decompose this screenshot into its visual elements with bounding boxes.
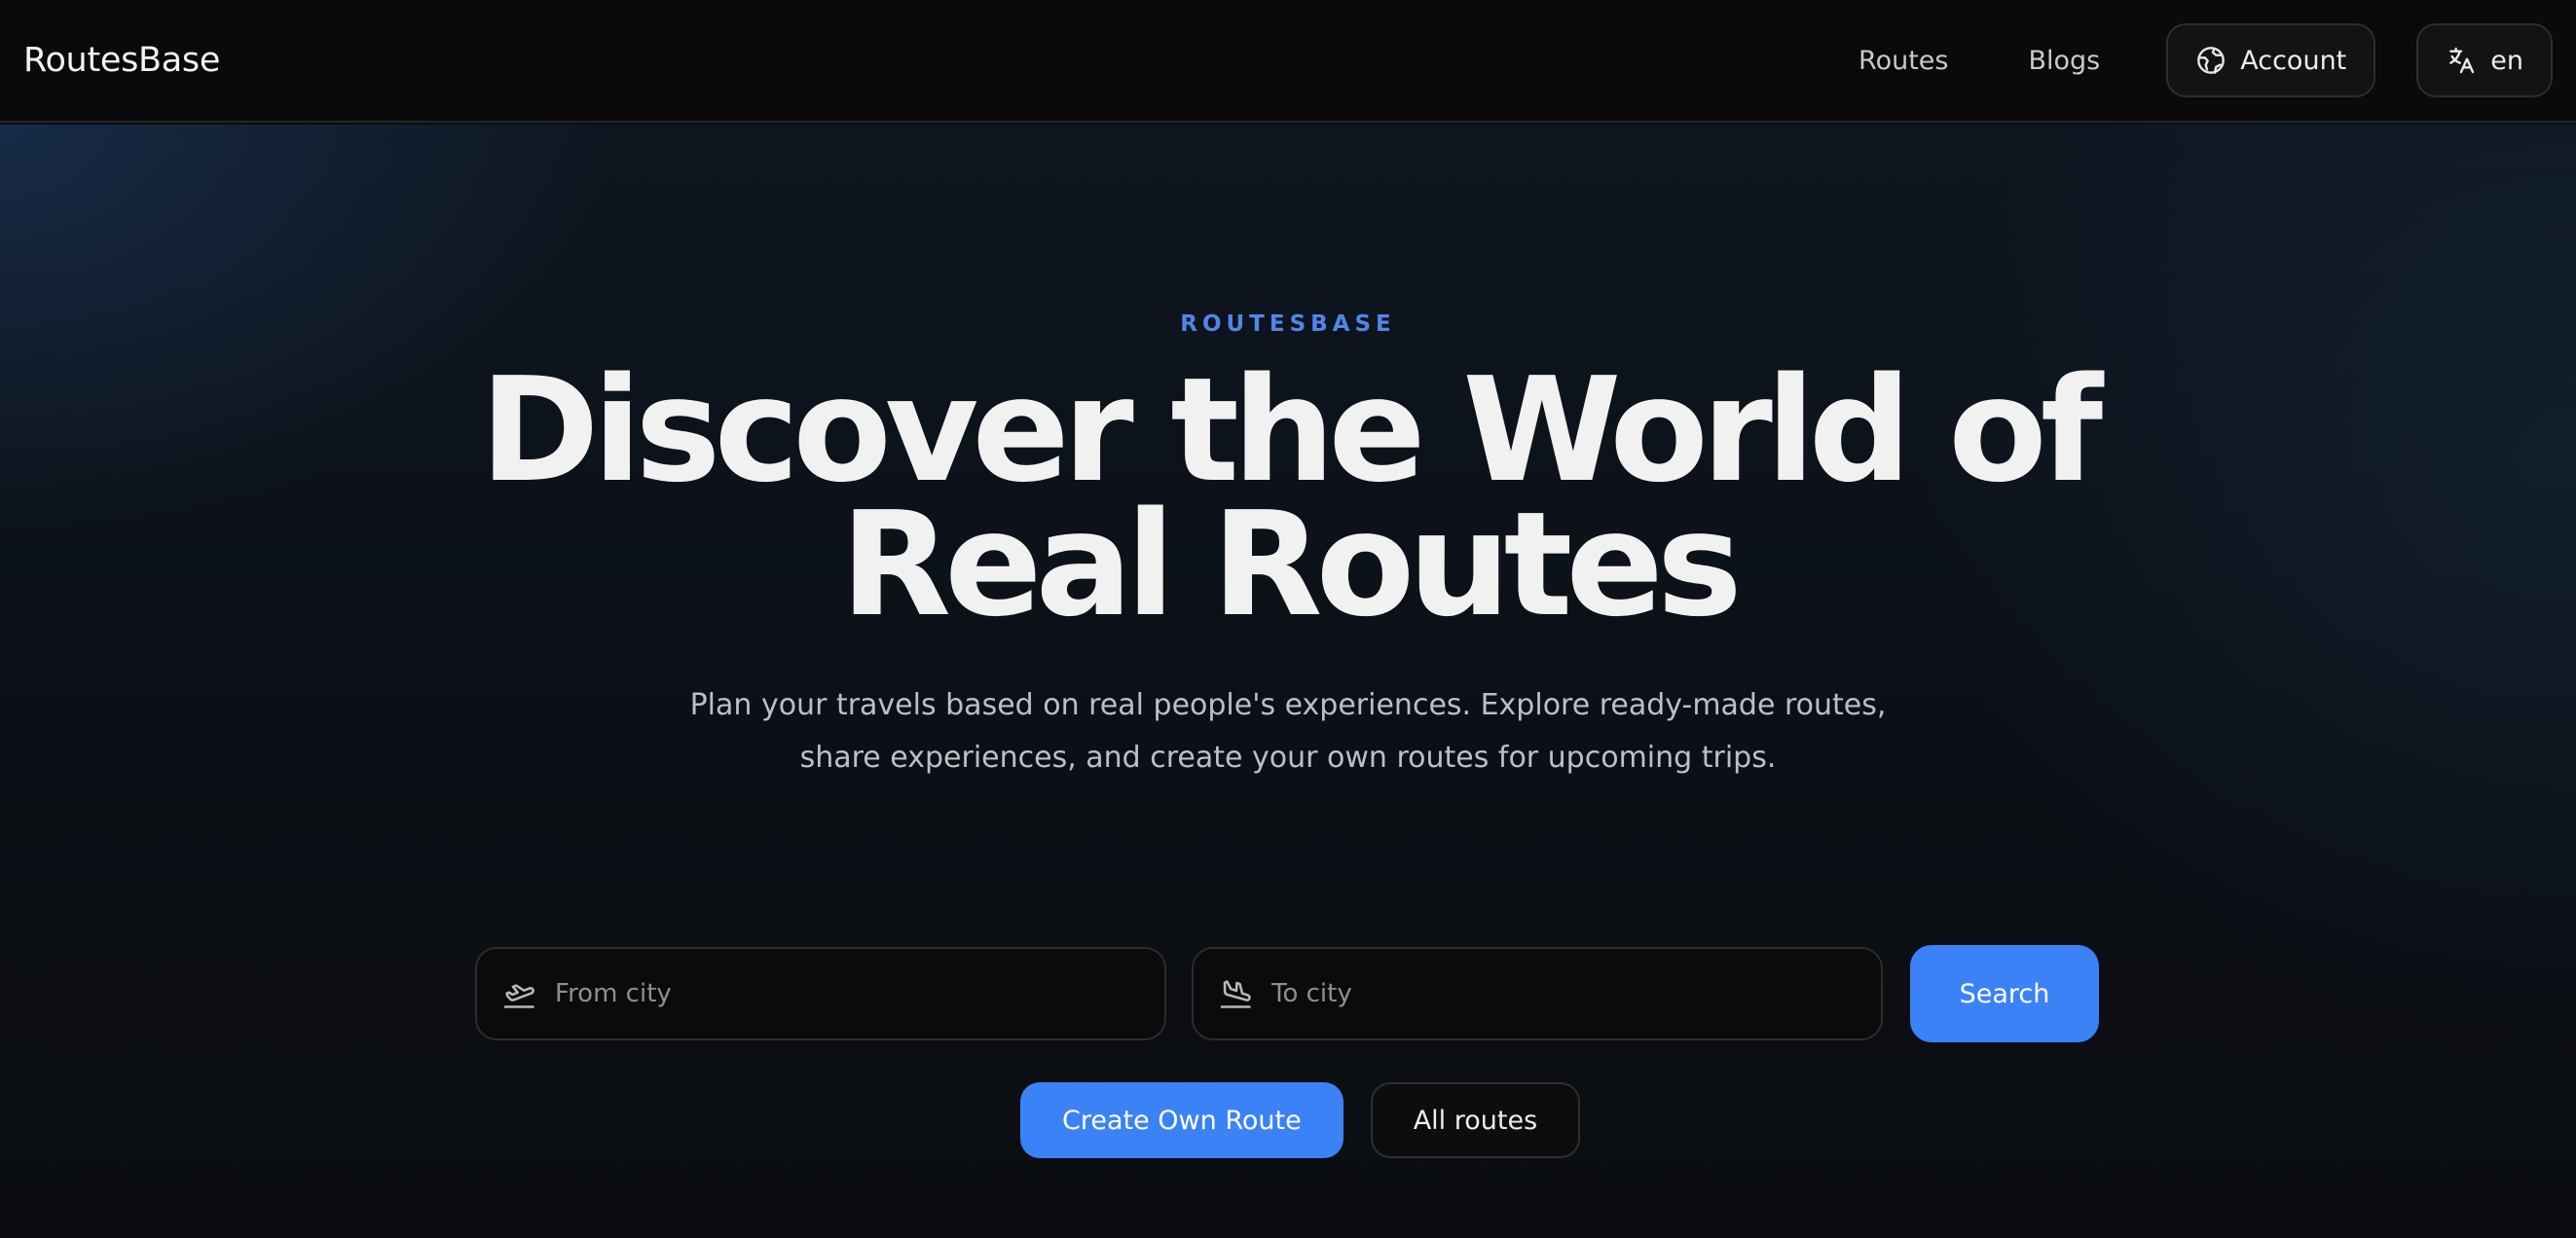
from-city-field[interactable] [475, 947, 1166, 1040]
search-button[interactable]: Search [1910, 945, 2099, 1042]
hero-subtitle: Plan your travels based on real people's… [689, 688, 1887, 775]
create-route-button[interactable]: Create Own Route [1020, 1082, 1343, 1158]
brand-logo[interactable]: RoutesBase [23, 41, 220, 80]
language-button[interactable]: en [2416, 23, 2553, 97]
hero-eyebrow: ROUTESBASE [1180, 311, 1396, 337]
all-routes-button[interactable]: All routes [1370, 1082, 1581, 1158]
account-label: Account [2240, 45, 2347, 76]
from-city-input[interactable] [555, 979, 1139, 1008]
to-city-field[interactable] [1192, 947, 1883, 1040]
account-button[interactable]: Account [2166, 23, 2376, 97]
translate-icon [2449, 47, 2475, 74]
language-label: en [2490, 45, 2523, 76]
to-city-input[interactable] [1271, 979, 1856, 1008]
route-search-form: Search [475, 945, 2099, 1042]
headline-line-2: Real Routes [840, 481, 1743, 648]
hero-actions: Create Own Route All routes [1020, 1082, 1581, 1158]
navbar: RoutesBase Routes Blogs Account en [0, 0, 2576, 123]
nav-link-blogs[interactable]: Blogs [2029, 46, 2101, 76]
page: RoutesBase Routes Blogs Account en ROUTE… [0, 0, 2576, 1238]
plane-departure-icon [503, 984, 534, 1008]
nav-link-routes[interactable]: Routes [1858, 46, 1948, 76]
hero-headline: Discover the World of Real Routes [0, 358, 2576, 637]
globe-icon [2197, 47, 2226, 74]
nav-menu: Routes Blogs Account en [1858, 0, 2553, 121]
hero-section: ROUTESBASE Discover the World of Real Ro… [0, 125, 2576, 1238]
plane-arrival-icon [1220, 980, 1251, 1008]
